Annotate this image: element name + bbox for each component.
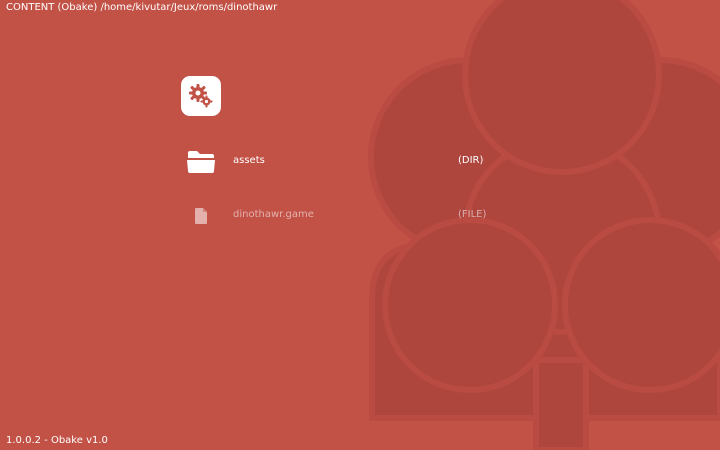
folder-icon bbox=[186, 147, 216, 177]
file-name: assets bbox=[233, 155, 265, 166]
content-path-header: CONTENT (Obake) /home/kivutar/Jeux/roms/… bbox=[6, 2, 278, 13]
file-icon bbox=[186, 201, 216, 231]
version-footer: 1.0.0.2 - Obake v1.0 bbox=[6, 435, 108, 446]
file-type: (FILE) bbox=[458, 209, 487, 220]
file-name: dinothawr.game bbox=[233, 209, 314, 220]
file-list-item-dinothawr-game[interactable]: dinothawr.game (FILE) bbox=[180, 201, 540, 231]
file-list-item-assets[interactable]: assets (DIR) bbox=[180, 147, 540, 177]
gears-icon bbox=[189, 84, 213, 108]
file-type: (DIR) bbox=[458, 155, 484, 166]
settings-button[interactable] bbox=[181, 76, 221, 116]
